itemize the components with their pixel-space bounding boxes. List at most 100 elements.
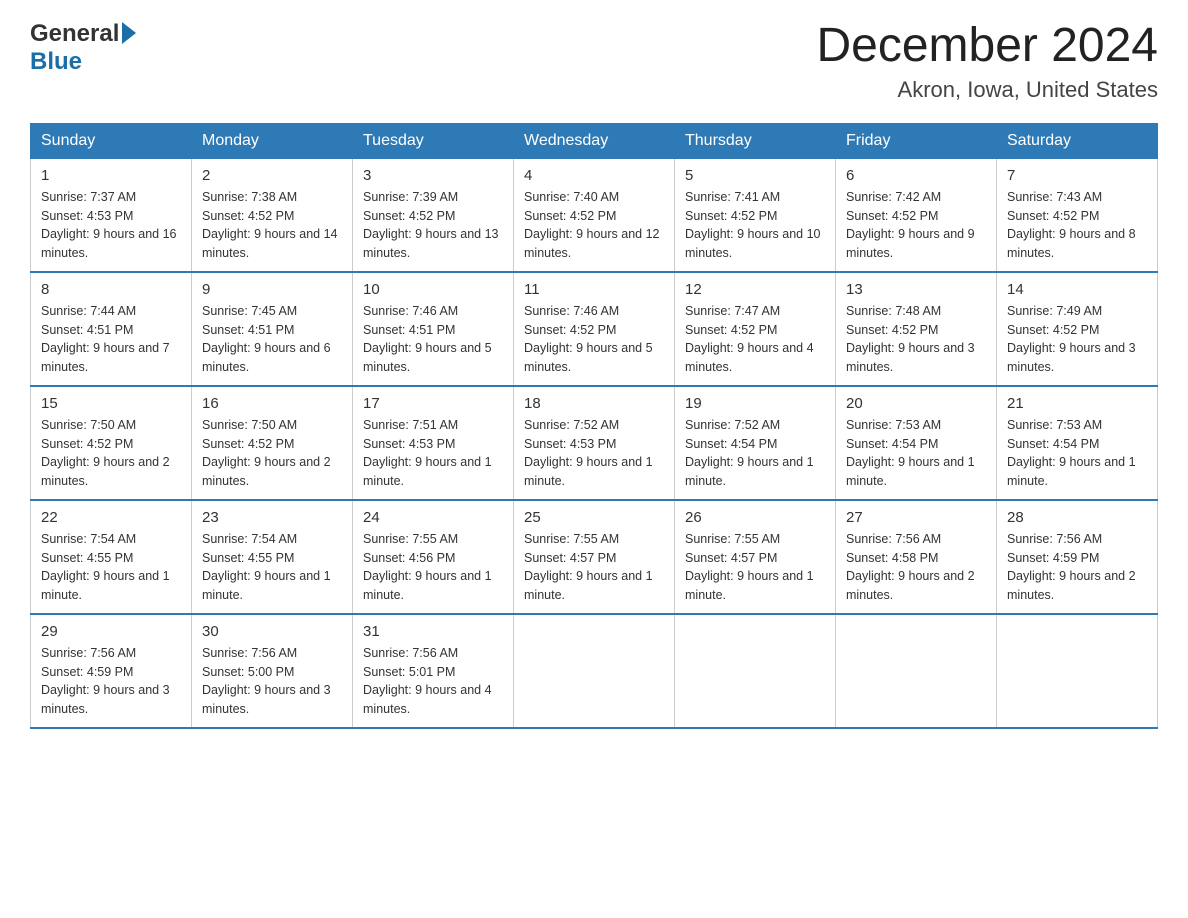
- calendar-cell: 18 Sunrise: 7:52 AMSunset: 4:53 PMDayligh…: [514, 386, 675, 500]
- day-info: Sunrise: 7:37 AMSunset: 4:53 PMDaylight:…: [41, 188, 181, 263]
- day-header-sunday: Sunday: [31, 123, 192, 158]
- day-info: Sunrise: 7:56 AMSunset: 4:59 PMDaylight:…: [41, 644, 181, 719]
- calendar-cell: 1Sunrise: 7:37 AMSunset: 4:53 PMDaylight…: [31, 158, 192, 272]
- day-info: Sunrise: 7:53 AMSunset: 4:54 PMDaylight:…: [846, 416, 986, 491]
- day-info: Sunrise: 7:46 AMSunset: 4:51 PMDaylight:…: [363, 302, 503, 377]
- calendar-subtitle: Akron, Iowa, United States: [816, 77, 1158, 103]
- day-info: Sunrise: 7:52 AMSunset: 4:53 PMDaylight:…: [524, 416, 664, 491]
- day-number: 4: [524, 167, 664, 184]
- day-info: Sunrise: 7:49 AMSunset: 4:52 PMDaylight:…: [1007, 302, 1147, 377]
- day-number: 11: [524, 281, 664, 298]
- calendar-week-row: 8 Sunrise: 7:44 AMSunset: 4:51 PMDaylight…: [31, 272, 1158, 386]
- day-info: Sunrise: 7:50 AMSunset: 4:52 PMDaylight:…: [41, 416, 181, 491]
- day-info: Sunrise: 7:56 AMSunset: 5:01 PMDaylight:…: [363, 644, 503, 719]
- calendar-cell: [836, 614, 997, 728]
- day-number: 7: [1007, 167, 1147, 184]
- day-number: 6: [846, 167, 986, 184]
- day-number: 8: [41, 281, 181, 298]
- calendar-cell: 31 Sunrise: 7:56 AMSunset: 5:01 PMDayligh…: [353, 614, 514, 728]
- day-info: Sunrise: 7:39 AMSunset: 4:52 PMDaylight:…: [363, 188, 503, 263]
- calendar-title: December 2024: [816, 20, 1158, 73]
- calendar-cell: 17 Sunrise: 7:51 AMSunset: 4:53 PMDayligh…: [353, 386, 514, 500]
- page-header: General Blue December 2024 Akron, Iowa, …: [30, 20, 1158, 103]
- calendar-week-row: 29 Sunrise: 7:56 AMSunset: 4:59 PMDayligh…: [31, 614, 1158, 728]
- title-block: December 2024 Akron, Iowa, United States: [816, 20, 1158, 103]
- logo-arrow-icon: [122, 22, 136, 44]
- calendar-cell: 15 Sunrise: 7:50 AMSunset: 4:52 PMDayligh…: [31, 386, 192, 500]
- day-number: 18: [524, 395, 664, 412]
- day-info: Sunrise: 7:47 AMSunset: 4:52 PMDaylight:…: [685, 302, 825, 377]
- day-info: Sunrise: 7:48 AMSunset: 4:52 PMDaylight:…: [846, 302, 986, 377]
- day-number: 12: [685, 281, 825, 298]
- day-number: 19: [685, 395, 825, 412]
- day-number: 31: [363, 623, 503, 640]
- day-header-friday: Friday: [836, 123, 997, 158]
- day-number: 27: [846, 509, 986, 526]
- calendar-cell: 29 Sunrise: 7:56 AMSunset: 4:59 PMDayligh…: [31, 614, 192, 728]
- day-number: 5: [685, 167, 825, 184]
- day-info: Sunrise: 7:55 AMSunset: 4:57 PMDaylight:…: [685, 530, 825, 605]
- calendar-cell: 11 Sunrise: 7:46 AMSunset: 4:52 PMDayligh…: [514, 272, 675, 386]
- calendar-cell: 26 Sunrise: 7:55 AMSunset: 4:57 PMDayligh…: [675, 500, 836, 614]
- day-info: Sunrise: 7:53 AMSunset: 4:54 PMDaylight:…: [1007, 416, 1147, 491]
- calendar-cell: 22Sunrise: 7:54 AMSunset: 4:55 PMDayligh…: [31, 500, 192, 614]
- calendar-cell: [997, 614, 1158, 728]
- day-number: 25: [524, 509, 664, 526]
- day-info: Sunrise: 7:43 AMSunset: 4:52 PMDaylight:…: [1007, 188, 1147, 263]
- calendar-cell: 7 Sunrise: 7:43 AMSunset: 4:52 PMDaylight…: [997, 158, 1158, 272]
- day-info: Sunrise: 7:56 AMSunset: 5:00 PMDaylight:…: [202, 644, 342, 719]
- calendar-cell: 10 Sunrise: 7:46 AMSunset: 4:51 PMDayligh…: [353, 272, 514, 386]
- day-info: Sunrise: 7:44 AMSunset: 4:51 PMDaylight:…: [41, 302, 181, 377]
- calendar-cell: 3 Sunrise: 7:39 AMSunset: 4:52 PMDaylight…: [353, 158, 514, 272]
- day-info: Sunrise: 7:38 AMSunset: 4:52 PMDaylight:…: [202, 188, 342, 263]
- calendar-cell: [675, 614, 836, 728]
- day-info: Sunrise: 7:46 AMSunset: 4:52 PMDaylight:…: [524, 302, 664, 377]
- day-number: 10: [363, 281, 503, 298]
- calendar-cell: 9Sunrise: 7:45 AMSunset: 4:51 PMDaylight…: [192, 272, 353, 386]
- day-info: Sunrise: 7:56 AMSunset: 4:58 PMDaylight:…: [846, 530, 986, 605]
- day-info: Sunrise: 7:41 AMSunset: 4:52 PMDaylight:…: [685, 188, 825, 263]
- days-header-row: SundayMondayTuesdayWednesdayThursdayFrid…: [31, 123, 1158, 158]
- day-number: 28: [1007, 509, 1147, 526]
- day-number: 30: [202, 623, 342, 640]
- calendar-cell: 19 Sunrise: 7:52 AMSunset: 4:54 PMDayligh…: [675, 386, 836, 500]
- calendar-week-row: 15 Sunrise: 7:50 AMSunset: 4:52 PMDayligh…: [31, 386, 1158, 500]
- day-number: 13: [846, 281, 986, 298]
- day-header-saturday: Saturday: [997, 123, 1158, 158]
- day-number: 21: [1007, 395, 1147, 412]
- day-number: 17: [363, 395, 503, 412]
- day-number: 20: [846, 395, 986, 412]
- day-header-tuesday: Tuesday: [353, 123, 514, 158]
- calendar-cell: 12 Sunrise: 7:47 AMSunset: 4:52 PMDayligh…: [675, 272, 836, 386]
- day-info: Sunrise: 7:55 AMSunset: 4:56 PMDaylight:…: [363, 530, 503, 605]
- logo: General Blue: [30, 20, 136, 76]
- calendar-cell: 23 Sunrise: 7:54 AMSunset: 4:55 PMDayligh…: [192, 500, 353, 614]
- day-info: Sunrise: 7:55 AMSunset: 4:57 PMDaylight:…: [524, 530, 664, 605]
- calendar-cell: 25 Sunrise: 7:55 AMSunset: 4:57 PMDayligh…: [514, 500, 675, 614]
- day-number: 29: [41, 623, 181, 640]
- calendar-cell: 5 Sunrise: 7:41 AMSunset: 4:52 PMDaylight…: [675, 158, 836, 272]
- calendar-cell: 16 Sunrise: 7:50 AMSunset: 4:52 PMDayligh…: [192, 386, 353, 500]
- day-number: 9: [202, 281, 342, 298]
- day-info: Sunrise: 7:51 AMSunset: 4:53 PMDaylight:…: [363, 416, 503, 491]
- day-info: Sunrise: 7:52 AMSunset: 4:54 PMDaylight:…: [685, 416, 825, 491]
- calendar-cell: 8 Sunrise: 7:44 AMSunset: 4:51 PMDaylight…: [31, 272, 192, 386]
- day-info: Sunrise: 7:42 AMSunset: 4:52 PMDaylight:…: [846, 188, 986, 263]
- day-info: Sunrise: 7:50 AMSunset: 4:52 PMDaylight:…: [202, 416, 342, 491]
- day-number: 26: [685, 509, 825, 526]
- day-number: 2: [202, 167, 342, 184]
- day-header-thursday: Thursday: [675, 123, 836, 158]
- day-number: 15: [41, 395, 181, 412]
- calendar-week-row: 1Sunrise: 7:37 AMSunset: 4:53 PMDaylight…: [31, 158, 1158, 272]
- calendar-cell: 28Sunrise: 7:56 AMSunset: 4:59 PMDayligh…: [997, 500, 1158, 614]
- calendar-week-row: 22Sunrise: 7:54 AMSunset: 4:55 PMDayligh…: [31, 500, 1158, 614]
- day-info: Sunrise: 7:40 AMSunset: 4:52 PMDaylight:…: [524, 188, 664, 263]
- calendar-cell: 27 Sunrise: 7:56 AMSunset: 4:58 PMDayligh…: [836, 500, 997, 614]
- day-info: Sunrise: 7:54 AMSunset: 4:55 PMDaylight:…: [202, 530, 342, 605]
- calendar-cell: 24 Sunrise: 7:55 AMSunset: 4:56 PMDayligh…: [353, 500, 514, 614]
- day-number: 14: [1007, 281, 1147, 298]
- day-number: 3: [363, 167, 503, 184]
- day-number: 23: [202, 509, 342, 526]
- day-number: 24: [363, 509, 503, 526]
- day-number: 16: [202, 395, 342, 412]
